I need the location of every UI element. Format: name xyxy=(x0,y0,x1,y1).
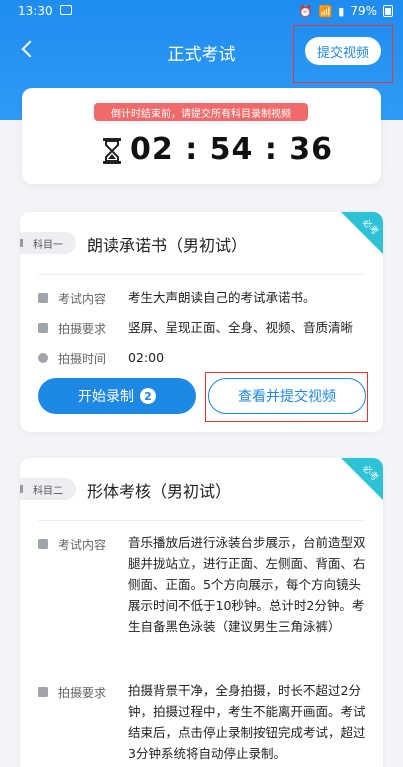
view-and-submit-video-button[interactable]: 查看并提交视频 xyxy=(208,378,366,414)
info-label: 拍摄要求 xyxy=(58,686,107,700)
battery-percent: 79% xyxy=(350,4,377,18)
required-ribbon: 必考 xyxy=(341,458,383,500)
info-value: 拍摄背景干净，全身拍摄，时长不超过2分钟，拍摄过程中，考生不能离开画面。考试结束… xyxy=(128,683,366,761)
document-icon xyxy=(38,539,48,549)
info-label: 考试内容 xyxy=(58,538,107,552)
video-camera-icon xyxy=(38,323,48,333)
info-label: 拍摄要求 xyxy=(58,322,107,336)
required-ribbon: 必考 xyxy=(341,212,383,254)
video-camera-icon xyxy=(38,687,48,697)
submit-video-button[interactable]: 提交视频 xyxy=(305,37,381,65)
battery-icon xyxy=(383,5,393,17)
info-value: 竖屏、呈现正面、全身、视频、音质清晰 xyxy=(128,320,354,335)
wifi-icon: 📶 xyxy=(318,4,333,18)
status-bar: 13:30 ⏰ 📶 ▮ 79% xyxy=(0,0,403,24)
start-recording-button[interactable]: 开始录制 2 xyxy=(38,378,196,414)
subject-title: 形体考核（男初试） xyxy=(87,482,232,501)
clock-icon xyxy=(38,353,48,363)
start-recording-label: 开始录制 xyxy=(78,389,134,405)
status-time: 13:30 xyxy=(18,4,53,18)
info-label: 拍摄时间 xyxy=(58,352,107,366)
hourglass-icon xyxy=(103,138,121,164)
alarm-icon: ⏰ xyxy=(298,4,313,18)
status-icons: ⏰ 📶 ▮ 79% xyxy=(299,4,393,18)
image-icon xyxy=(60,5,72,15)
countdown-card: 倒计时结束前，请提交所有科目录制视频 02 : 54 : 36 xyxy=(22,88,381,184)
info-value: 考生大声朗读自己的考试承诺书。 xyxy=(128,290,316,305)
countdown-tip: 倒计时结束前，请提交所有科目录制视频 xyxy=(94,103,308,121)
subject-tag: 科目二 xyxy=(20,478,76,500)
divider xyxy=(38,520,365,521)
attempts-badge: 2 xyxy=(140,388,156,404)
subject-tag: 科目一 xyxy=(20,232,76,254)
subject-card-1: 必考 科目一 朗读承诺书（男初试） 考试内容 考生大声朗读自己的考试承诺书。 拍… xyxy=(20,212,383,432)
countdown-time: 02 : 54 : 36 xyxy=(130,132,334,167)
document-icon xyxy=(38,293,48,303)
info-label: 考试内容 xyxy=(58,292,107,306)
signal-icon: ▮ xyxy=(338,4,345,18)
subject-title: 朗读承诺书（男初试） xyxy=(87,236,248,255)
info-value: 音乐播放后进行泳装台步展示，台前造型双腿并拢站立，进行正面、左侧面、背面、右侧面… xyxy=(128,535,366,634)
subject-card-2: 必考 科目二 形体考核（男初试） 考试内容 音乐播放后进行泳装台步展示，台前造型… xyxy=(20,458,383,767)
info-value: 02:00 xyxy=(128,350,165,365)
divider xyxy=(38,274,365,275)
